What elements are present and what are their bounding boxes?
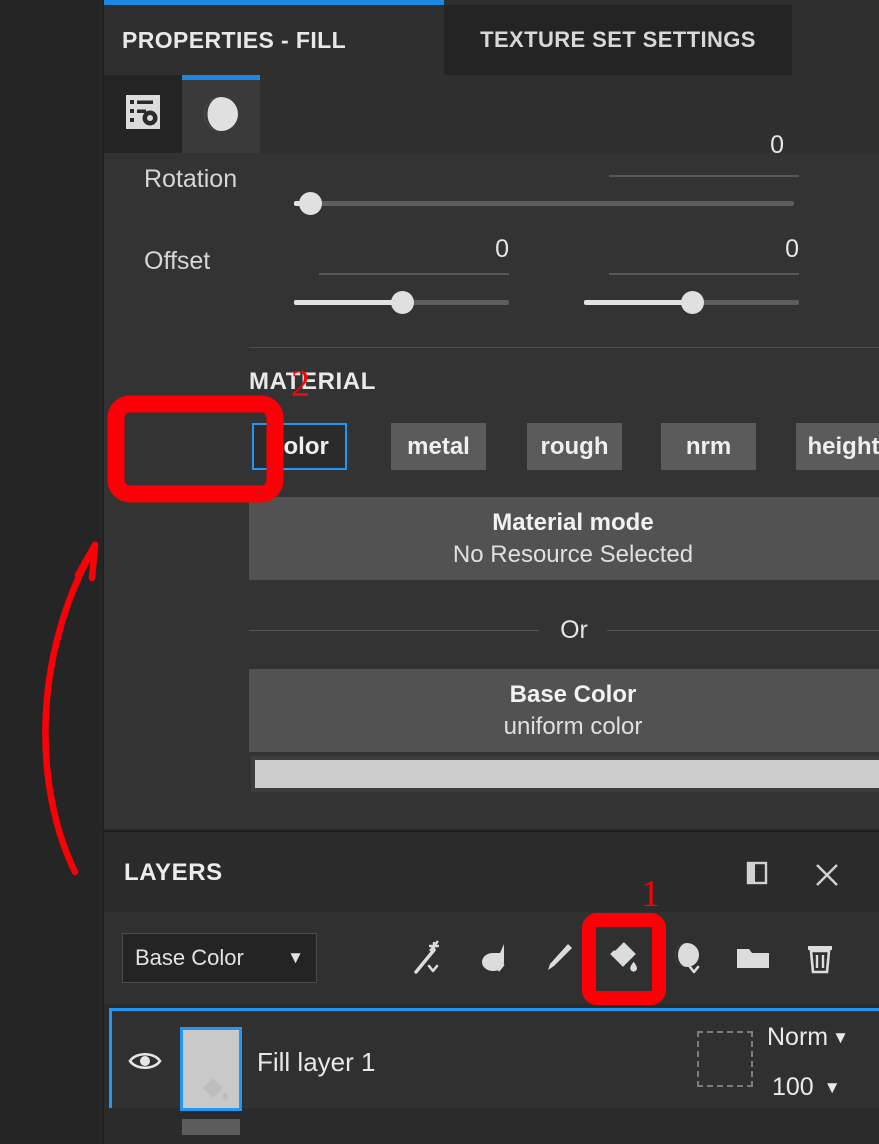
annotation-number-2: 2 bbox=[291, 363, 310, 405]
offset-x-underline bbox=[319, 273, 509, 275]
effects-icon[interactable] bbox=[662, 932, 714, 984]
trash-icon[interactable] bbox=[794, 932, 846, 984]
metal-channel-label: metal bbox=[407, 432, 470, 460]
screenshot-root: PROPERTIES - FILL TEXTURE SET SETTINGS R… bbox=[0, 0, 879, 1144]
nrm-channel-button[interactable]: nrm bbox=[661, 423, 756, 470]
property-label-rotation: Rotation bbox=[144, 165, 238, 193]
layer-name-label[interactable]: Fill layer 1 bbox=[257, 1047, 375, 1078]
annotation-number-1: 1 bbox=[641, 873, 660, 915]
close-icon[interactable] bbox=[812, 860, 842, 895]
chevron-down-icon: ▼ bbox=[823, 1077, 841, 1097]
subtab-material[interactable] bbox=[182, 75, 260, 153]
height-channel-label: height bbox=[807, 432, 879, 460]
material-mode-subtitle: No Resource Selected bbox=[452, 540, 694, 568]
rough-channel-label: rough bbox=[540, 432, 609, 460]
offset-x-slider-track[interactable] bbox=[294, 291, 509, 314]
properties-panel: PROPERTIES - FILL TEXTURE SET SETTINGS R… bbox=[103, 0, 879, 829]
layers-panel: LAYERS Base Color ▼ Fill layer 1 Norm ▼ … bbox=[103, 831, 879, 1144]
folder-icon[interactable] bbox=[727, 932, 779, 984]
material-section-title: MATERIAL bbox=[249, 368, 377, 395]
parameters-gear-icon bbox=[122, 91, 164, 138]
subtab-parameters[interactable] bbox=[104, 75, 182, 153]
or-line-right bbox=[607, 630, 879, 631]
material-mode-title: Material mode bbox=[492, 508, 654, 536]
layer-thumbnail[interactable] bbox=[180, 1027, 242, 1111]
opacity-value: 100 bbox=[772, 1073, 814, 1101]
layers-toolbar: Base Color ▼ bbox=[104, 912, 879, 1004]
paint-brush-icon[interactable] bbox=[532, 932, 584, 984]
smart-material-icon[interactable] bbox=[467, 932, 519, 984]
dock-panel-icon[interactable] bbox=[744, 860, 770, 891]
offset-y-slider-knob[interactable] bbox=[681, 291, 704, 314]
chevron-down-icon: ▼ bbox=[287, 948, 304, 967]
offset-x-slider-knob[interactable] bbox=[391, 291, 414, 314]
rotation-value-underline bbox=[609, 175, 799, 177]
property-value-rotation[interactable]: 0 bbox=[664, 131, 784, 160]
chevron-down-icon: ▼ bbox=[832, 1027, 849, 1047]
properties-scroll-body: Rotation 0 Offset 0 0 MATERIAL color met… bbox=[104, 131, 879, 829]
nrm-channel-label: nrm bbox=[685, 432, 732, 460]
paint-bucket-icon[interactable] bbox=[597, 932, 649, 984]
blend-mode-dropdown[interactable]: Norm ▼ bbox=[767, 1023, 849, 1052]
empty-mask-slot[interactable] bbox=[697, 1031, 753, 1087]
magic-wand-icon[interactable] bbox=[402, 932, 454, 984]
property-value-offset-y[interactable]: 0 bbox=[694, 235, 799, 264]
property-row-rotation: Rotation 0 bbox=[104, 131, 844, 215]
base-color-dropzone[interactable]: Base Color uniform color bbox=[249, 669, 879, 752]
base-color-subtitle: uniform color bbox=[503, 712, 643, 740]
channel-selector-value: Base Color bbox=[135, 945, 244, 970]
section-divider bbox=[249, 347, 879, 348]
table-row[interactable]: Fill layer 1 Norm ▼ 100 ▼ bbox=[109, 1008, 879, 1135]
property-value-offset-x[interactable]: 0 bbox=[404, 235, 509, 264]
property-label-offset: Offset bbox=[144, 247, 211, 275]
offset-y-slider-track[interactable] bbox=[584, 291, 799, 314]
tab-properties-label: PROPERTIES - FILL bbox=[122, 26, 347, 53]
or-label: Or bbox=[560, 616, 588, 644]
metal-channel-button[interactable]: metal bbox=[391, 423, 486, 470]
eye-icon[interactable] bbox=[128, 1047, 162, 1080]
blend-mode-value: Norm bbox=[767, 1023, 829, 1051]
color-channel-label: color bbox=[270, 432, 329, 460]
rough-channel-button[interactable]: rough bbox=[527, 423, 622, 470]
base-color-swatch-wrapper[interactable] bbox=[251, 756, 879, 792]
material-mode-dropzone[interactable]: Material mode No Resource Selected bbox=[249, 497, 879, 580]
opacity-dropdown[interactable]: 100 ▼ bbox=[772, 1073, 841, 1102]
offset-y-slider-fill bbox=[584, 300, 692, 305]
rotation-slider-track[interactable] bbox=[294, 192, 794, 215]
tab-texture-set-settings[interactable]: TEXTURE SET SETTINGS bbox=[444, 5, 792, 75]
tab-texture-set-label: TEXTURE SET SETTINGS bbox=[480, 27, 756, 52]
material-sphere-icon bbox=[199, 92, 243, 141]
offset-x-slider-fill bbox=[294, 300, 402, 305]
base-color-title: Base Color bbox=[509, 680, 637, 708]
property-row-offset: Offset 0 0 bbox=[104, 235, 844, 315]
channel-selector-dropdown[interactable]: Base Color ▼ bbox=[122, 933, 317, 983]
or-separator: Or bbox=[249, 616, 879, 646]
height-channel-button[interactable]: height bbox=[796, 423, 879, 470]
annotation-curved-arrow bbox=[42, 541, 99, 876]
color-channel-button[interactable]: color bbox=[252, 423, 347, 470]
or-line-left bbox=[249, 630, 539, 631]
properties-tabbar: PROPERTIES - FILL TEXTURE SET SETTINGS bbox=[104, 5, 879, 75]
rotation-slider-knob[interactable] bbox=[299, 192, 322, 215]
base-color-swatch[interactable] bbox=[255, 760, 879, 788]
layers-panel-title: LAYERS bbox=[124, 859, 223, 886]
tab-properties-fill[interactable]: PROPERTIES - FILL bbox=[104, 5, 444, 75]
layer-thumbnail-channel-bar bbox=[182, 1119, 240, 1135]
offset-y-underline bbox=[609, 273, 799, 275]
